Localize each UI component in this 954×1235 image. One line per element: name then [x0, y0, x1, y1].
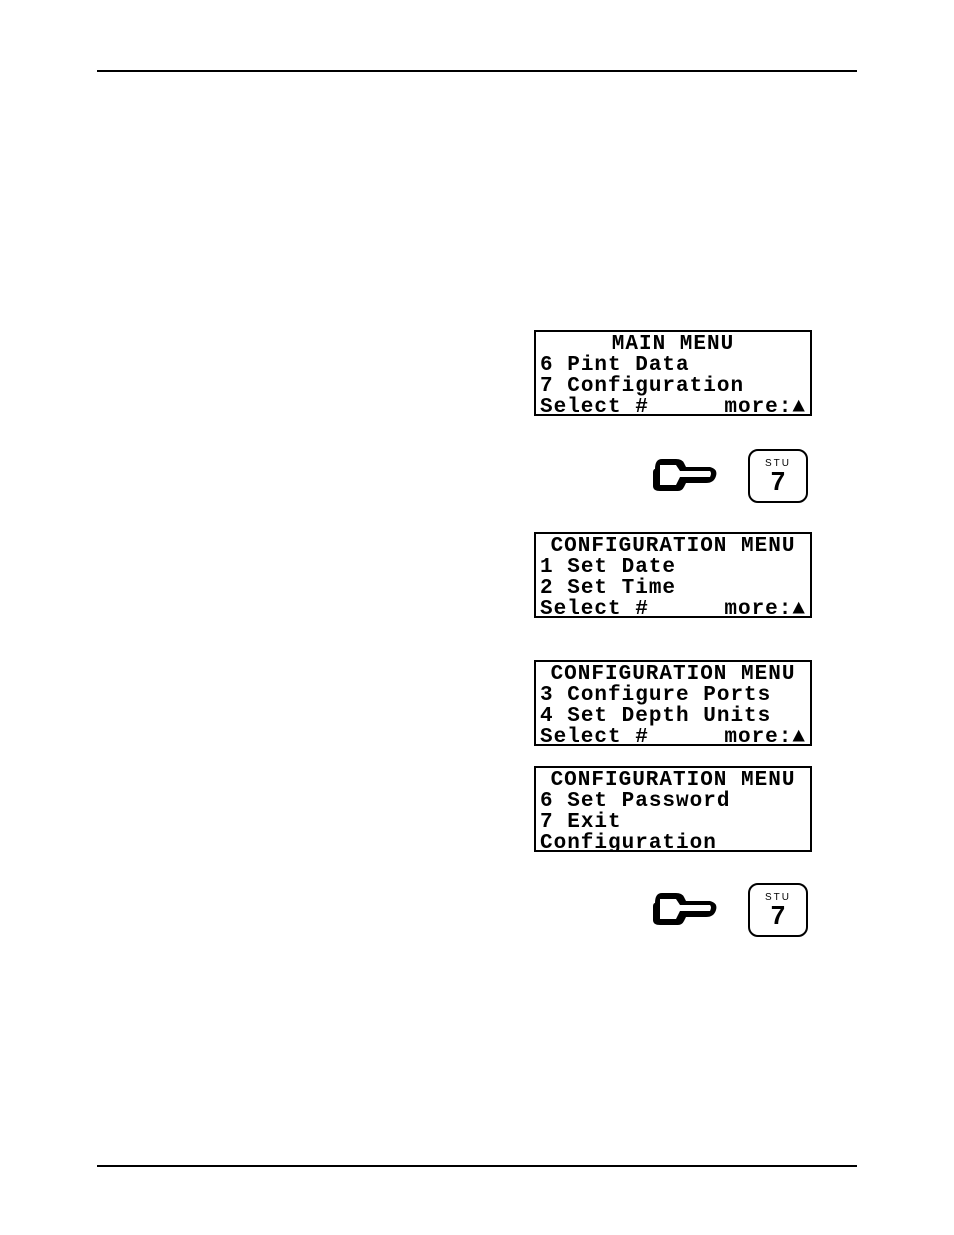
press-key-7: STU 7	[650, 448, 820, 503]
lcd-text: Pint Data	[567, 354, 689, 377]
lcd-num: 7	[540, 811, 554, 834]
lcd-config-menu-2: CONFIGURATION MENU 3 Configure Ports 4 S…	[534, 660, 812, 746]
lcd-text: Configuration	[567, 375, 744, 398]
lcd-more: more:▲	[724, 727, 806, 746]
key-main-label: 7	[771, 903, 785, 927]
header-rule	[97, 70, 857, 72]
lcd-title: CONFIGURATION MENU	[540, 770, 806, 791]
press-key-7: STU 7	[650, 882, 820, 937]
lcd-select-row: Select # more:▲	[540, 727, 806, 746]
lcd-line-2: 4 Set Depth Units	[540, 706, 806, 727]
lcd-line-1: 6 Pint Data	[540, 355, 806, 376]
lcd-line-1: 3 Configure Ports	[540, 685, 806, 706]
lcd-title: CONFIGURATION MENU	[540, 536, 806, 557]
pointing-hand-icon	[650, 885, 730, 935]
lcd-select-row: Select # more:▲	[540, 397, 806, 416]
lcd-num: 4	[540, 705, 554, 728]
keypad-key-7[interactable]: STU 7	[748, 883, 808, 937]
lcd-line-2: 7 Configuration	[540, 376, 806, 397]
lcd-line-2: 2 Set Time	[540, 578, 806, 599]
lcd-text: Set Depth Units	[567, 705, 771, 728]
lcd-title: CONFIGURATION MENU	[540, 664, 806, 685]
lcd-num: 6	[540, 790, 554, 813]
lcd-num: 7	[540, 375, 554, 398]
lcd-title: MAIN MENU	[540, 334, 806, 355]
lcd-text: Set Password	[567, 790, 730, 813]
lcd-main-menu: MAIN MENU 6 Pint Data 7 Configuration Se…	[534, 330, 812, 416]
lcd-select: Select #	[540, 727, 649, 746]
lcd-text: Exit Configuration	[540, 811, 717, 852]
lcd-line-1: 1 Set Date	[540, 557, 806, 578]
lcd-more: more:▲	[724, 397, 806, 416]
lcd-config-menu-1: CONFIGURATION MENU 1 Set Date 2 Set Time…	[534, 532, 812, 618]
lcd-num: 6	[540, 354, 554, 377]
lcd-line-1: 6 Set Password	[540, 791, 806, 812]
lcd-num: 3	[540, 684, 554, 707]
lcd-text: Set Time	[567, 577, 676, 600]
lcd-line-2: 7 Exit Configuration	[540, 812, 806, 852]
lcd-num: 2	[540, 577, 554, 600]
lcd-select: Select #	[540, 397, 649, 416]
keypad-key-7[interactable]: STU 7	[748, 449, 808, 503]
lcd-text: Configure Ports	[567, 684, 771, 707]
lcd-select: Select #	[540, 599, 649, 618]
lcd-more: more:▲	[724, 599, 806, 618]
key-main-label: 7	[771, 469, 785, 493]
lcd-text: Set Date	[567, 556, 676, 579]
lcd-select-row: Select # more:▲	[540, 599, 806, 618]
footer-rule	[97, 1165, 857, 1167]
page: MAIN MENU 6 Pint Data 7 Configuration Se…	[0, 0, 954, 1235]
lcd-config-menu-3: CONFIGURATION MENU 6 Set Password 7 Exit…	[534, 766, 812, 852]
lcd-num: 1	[540, 556, 554, 579]
pointing-hand-icon	[650, 451, 730, 501]
